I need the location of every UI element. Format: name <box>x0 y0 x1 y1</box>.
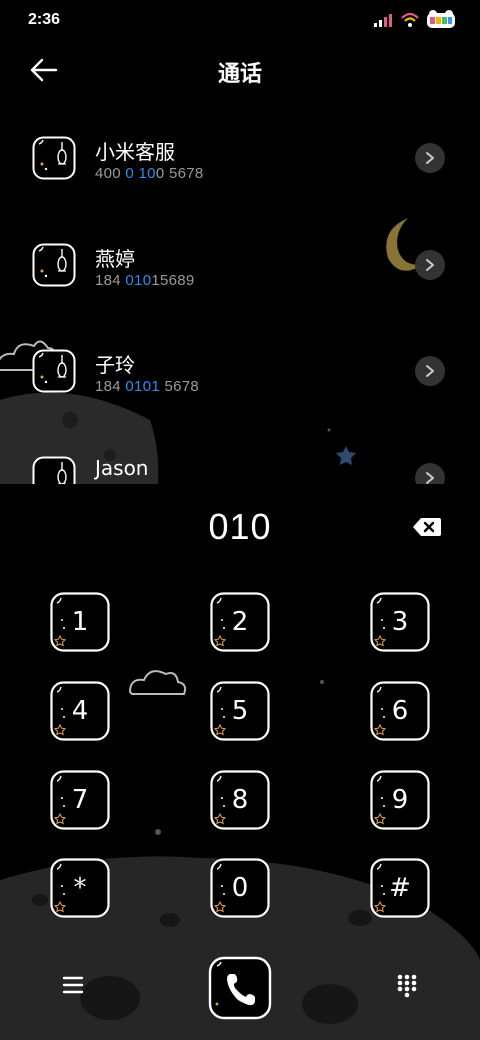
dialpad-toggle-button[interactable] <box>394 972 420 998</box>
dial-display: 010 <box>0 500 480 556</box>
backspace-icon <box>413 518 441 536</box>
chevron-right-icon <box>426 472 434 484</box>
keypad-key-1[interactable]: 1 <box>50 592 110 652</box>
status-bar: 2:36 <box>0 0 480 40</box>
dialpad-icon <box>397 974 417 998</box>
contact-row[interactable]: 小米客服 400 0 100 5678 <box>0 110 480 210</box>
keypad-key-label: 0 <box>231 873 249 903</box>
contact-row[interactable]: 燕婷 184 01015689 <box>0 217 480 317</box>
call-button[interactable] <box>208 956 272 1020</box>
keypad-key-9[interactable]: 9 <box>370 770 430 830</box>
keypad-key-6[interactable]: 6 <box>370 681 430 741</box>
keypad-key-8[interactable]: 8 <box>210 770 270 830</box>
keypad-key-label: # <box>389 873 411 903</box>
bottom-bar <box>0 950 480 1030</box>
menu-button[interactable] <box>60 974 86 996</box>
keypad-key-label: 2 <box>231 607 249 637</box>
contact-detail-button[interactable] <box>415 143 445 173</box>
contact-row[interactable]: Jason <box>0 430 480 484</box>
status-icons <box>374 10 456 30</box>
keypad-key-label: 4 <box>71 696 89 726</box>
contact-list: 小米客服 400 0 100 5678 燕婷 184 01015689 子玲 1… <box>0 110 480 484</box>
keypad-key-label: * <box>73 873 87 903</box>
keypad-key-3[interactable]: 3 <box>370 592 430 652</box>
keypad-key-4[interactable]: 4 <box>50 681 110 741</box>
page-title: 通话 <box>217 62 262 87</box>
chevron-right-icon <box>426 365 434 377</box>
phone-icon <box>208 956 272 1020</box>
dial-input[interactable]: 010 <box>0 506 480 548</box>
keypad-key-7[interactable]: 7 <box>50 770 110 830</box>
signal-icon <box>374 14 392 27</box>
menu-icon <box>62 976 84 994</box>
contact-name: 燕婷 <box>95 247 135 271</box>
keypad-key-star[interactable]: * <box>50 858 110 918</box>
backspace-button[interactable] <box>412 516 442 538</box>
contact-detail-button[interactable] <box>415 463 445 484</box>
contact-number: 400 0 100 5678 <box>95 165 204 182</box>
contact-name: 子玲 <box>95 353 135 377</box>
chevron-right-icon <box>426 152 434 164</box>
status-time: 2:36 <box>28 11 61 28</box>
contact-avatar-icon <box>32 243 76 287</box>
contact-number: 184 01015689 <box>95 272 195 289</box>
contact-number: 184 0101 5678 <box>95 378 200 395</box>
header: 通话 <box>0 48 480 92</box>
keypad-key-label: 6 <box>391 696 409 726</box>
chevron-right-icon <box>426 259 434 271</box>
keypad-key-0[interactable]: 0 <box>210 858 270 918</box>
wifi-icon <box>401 12 419 27</box>
contact-detail-button[interactable] <box>415 250 445 280</box>
keypad-key-label: 7 <box>71 785 89 815</box>
battery-icon <box>427 10 455 28</box>
keypad-key-label: 1 <box>71 607 89 637</box>
contact-avatar-icon <box>32 456 76 484</box>
contact-avatar-icon <box>32 349 76 393</box>
keypad-key-label: 9 <box>391 785 409 815</box>
contact-detail-button[interactable] <box>415 356 445 386</box>
contact-avatar-icon <box>32 136 76 180</box>
keypad-key-label: 3 <box>391 607 409 637</box>
keypad-key-hash[interactable]: # <box>370 858 430 918</box>
contact-name: Jason <box>95 456 149 480</box>
contact-name: 小米客服 <box>95 140 175 164</box>
keypad-key-2[interactable]: 2 <box>210 592 270 652</box>
keypad-key-label: 5 <box>231 696 249 726</box>
contact-row[interactable]: 子玲 184 0101 5678 <box>0 323 480 423</box>
keypad-key-5[interactable]: 5 <box>210 681 270 741</box>
keypad-key-label: 8 <box>231 785 249 815</box>
